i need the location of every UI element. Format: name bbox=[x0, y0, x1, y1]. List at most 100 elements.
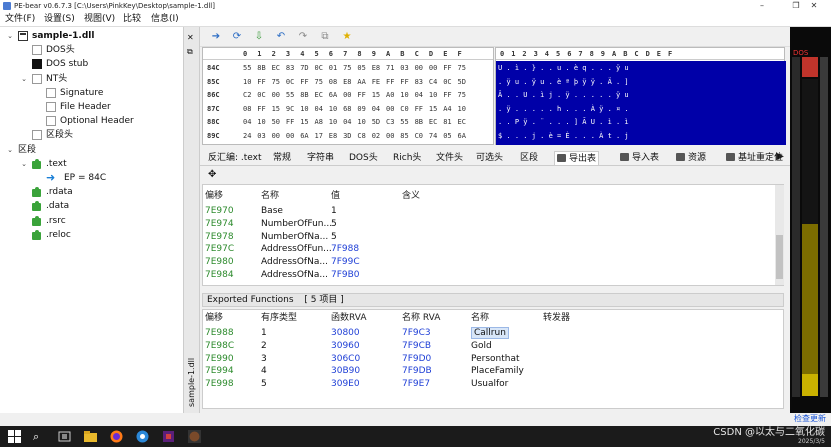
window-icon[interactable]: ⧉ bbox=[319, 31, 331, 43]
task-view-icon[interactable] bbox=[58, 430, 71, 443]
tab[interactable]: 基址重定位 bbox=[726, 151, 783, 165]
hex-byte[interactable]: 10 bbox=[429, 89, 437, 101]
hex-byte[interactable]: 04 bbox=[343, 116, 351, 128]
hex-byte[interactable]: 04 bbox=[415, 89, 423, 101]
hex-byte[interactable]: 75 bbox=[458, 89, 466, 101]
tree-node[interactable]: ⌄ sample-1.dll bbox=[0, 30, 184, 42]
move-icon[interactable]: ✥ bbox=[208, 169, 216, 180]
star-icon[interactable]: ★ bbox=[341, 31, 353, 43]
ascii-content[interactable]: U . ì . } . . u . è q . . . ÿ u . ÿ u . ÿ… bbox=[496, 61, 786, 145]
export-directory-cell[interactable]: 5 bbox=[331, 231, 337, 243]
exported-function-cell[interactable]: 7F9C3 bbox=[402, 327, 431, 339]
float-pane-icon[interactable]: ⧉ bbox=[187, 47, 193, 57]
exported-function-cell[interactable]: 4 bbox=[261, 365, 267, 377]
hex-byte[interactable]: 75 bbox=[343, 62, 351, 74]
search-icon[interactable]: ⌕ bbox=[33, 430, 46, 443]
tree-node[interactable]: DOS头 bbox=[0, 44, 184, 56]
chevron-down-icon[interactable]: ⌄ bbox=[20, 158, 28, 170]
ascii-view[interactable]: 0123456789ABCDEF U . ì . } . . u . è q .… bbox=[495, 47, 786, 145]
export-directory-cell[interactable]: 7E978 bbox=[205, 231, 234, 243]
check-updates-link[interactable]: 检查更新 bbox=[794, 413, 826, 424]
minimize-button[interactable]: – bbox=[745, 0, 779, 12]
export-directory-scrollbar[interactable] bbox=[775, 185, 784, 285]
reload-icon[interactable]: ⟳ bbox=[231, 31, 243, 43]
hex-byte[interactable]: C0 bbox=[415, 130, 423, 142]
hex-byte[interactable]: 03 bbox=[257, 130, 265, 142]
hex-byte[interactable]: 09 bbox=[357, 103, 365, 115]
hex-byte[interactable]: 5D bbox=[372, 116, 380, 128]
exported-function-cell[interactable]: 30B90 bbox=[331, 365, 360, 377]
hex-byte[interactable]: 04 bbox=[372, 103, 380, 115]
export-directory-cell[interactable]: 5 bbox=[331, 218, 337, 230]
tree-node[interactable]: Signature bbox=[0, 87, 184, 99]
hex-byte[interactable]: 08 bbox=[243, 103, 251, 115]
undo-icon[interactable]: ↶ bbox=[275, 31, 287, 43]
tab[interactable]: 导入表 bbox=[620, 151, 659, 165]
firefox-icon[interactable] bbox=[110, 430, 123, 443]
hex-view[interactable]: 0123456789ABCDEF 84C 55 8B EC 83 7D 0C 01 75 05 E8… bbox=[202, 47, 494, 145]
hex-byte[interactable]: 03 bbox=[400, 62, 408, 74]
hex-byte[interactable]: 10 bbox=[400, 89, 408, 101]
arrow-right-icon[interactable]: ➔ bbox=[210, 31, 222, 43]
hex-byte[interactable]: 04 bbox=[315, 103, 323, 115]
export-directory-cell[interactable]: 7F988 bbox=[331, 243, 359, 255]
hex-byte[interactable]: FF bbox=[300, 76, 308, 88]
exported-function-cell[interactable]: 7E990 bbox=[205, 353, 234, 365]
exported-function-cell[interactable]: 7E98C bbox=[205, 340, 234, 352]
hex-byte[interactable]: 83 bbox=[415, 76, 423, 88]
exported-function-cell[interactable]: 7E998 bbox=[205, 378, 234, 390]
hex-byte[interactable]: 01 bbox=[329, 62, 337, 74]
hex-byte[interactable]: 55 bbox=[400, 116, 408, 128]
export-directory-cell[interactable]: AddressOfFun... bbox=[261, 243, 332, 255]
tab[interactable]: 可选头 bbox=[476, 151, 503, 165]
export-directory-cell[interactable]: 7E97C bbox=[205, 243, 234, 255]
windows-icon[interactable] bbox=[8, 430, 21, 443]
tree-node[interactable]: .data bbox=[0, 200, 184, 212]
hex-byte[interactable]: AA bbox=[357, 76, 365, 88]
exported-function-cell[interactable]: 30960 bbox=[331, 340, 360, 352]
exported-function-cell[interactable]: PlaceFamily bbox=[471, 365, 524, 377]
exported-function-cell[interactable]: 7E994 bbox=[205, 365, 234, 377]
hex-byte[interactable]: E8 bbox=[343, 76, 351, 88]
hex-byte[interactable]: 00 bbox=[415, 62, 423, 74]
export-directory-cell[interactable]: Base bbox=[261, 205, 283, 217]
hex-byte[interactable]: 83 bbox=[286, 62, 294, 74]
hex-byte[interactable]: EC bbox=[429, 116, 437, 128]
hex-byte[interactable]: FF bbox=[257, 103, 265, 115]
tab[interactable]: 资源 bbox=[676, 151, 706, 165]
tree-node[interactable]: .rdata bbox=[0, 186, 184, 198]
exported-function-cell[interactable]: 7E988 bbox=[205, 327, 234, 339]
hex-byte[interactable]: 10 bbox=[329, 116, 337, 128]
hex-byte[interactable]: E8 bbox=[329, 130, 337, 142]
hex-byte[interactable]: 05 bbox=[443, 130, 451, 142]
exported-function-cell[interactable]: 7F9E7 bbox=[402, 378, 430, 390]
exported-function-cell[interactable]: 1 bbox=[261, 327, 267, 339]
export-directory-cell[interactable]: NumberOfFun... bbox=[261, 218, 332, 230]
hex-byte[interactable]: FF bbox=[357, 89, 365, 101]
hex-byte[interactable]: C3 bbox=[386, 116, 394, 128]
hex-byte[interactable]: 15 bbox=[429, 103, 437, 115]
exported-function-cell[interactable]: 7F9DB bbox=[402, 365, 432, 377]
hex-byte[interactable]: 8B bbox=[415, 116, 423, 128]
hex-byte[interactable]: 10 bbox=[329, 103, 337, 115]
export-directory-cell[interactable]: 7E980 bbox=[205, 256, 234, 268]
hex-byte[interactable]: FF bbox=[400, 76, 408, 88]
hex-byte[interactable]: 00 bbox=[286, 130, 294, 142]
tree-node[interactable]: ⌄ NT头 bbox=[0, 73, 184, 85]
exported-function-cell[interactable]: 2 bbox=[261, 340, 267, 352]
hex-byte[interactable]: A0 bbox=[386, 89, 394, 101]
hex-byte[interactable]: 8B bbox=[300, 89, 308, 101]
hex-byte[interactable]: 00 bbox=[272, 89, 280, 101]
hex-byte[interactable]: 10 bbox=[300, 103, 308, 115]
exported-function-cell[interactable]: 3 bbox=[261, 353, 267, 365]
hex-byte[interactable]: E8 bbox=[372, 62, 380, 74]
hex-byte[interactable]: 6A bbox=[329, 89, 337, 101]
hex-byte[interactable]: 0C bbox=[257, 89, 265, 101]
export-directory-cell[interactable]: NumberOfNa... bbox=[261, 231, 328, 243]
export-icon[interactable]: ⇩ bbox=[253, 31, 265, 43]
hex-byte[interactable]: FF bbox=[443, 89, 451, 101]
hex-byte[interactable]: 10 bbox=[257, 116, 265, 128]
tree-node[interactable]: ➜ EP = 84C bbox=[0, 172, 184, 184]
hex-byte[interactable]: 00 bbox=[429, 62, 437, 74]
hex-byte[interactable]: 0C bbox=[286, 76, 294, 88]
